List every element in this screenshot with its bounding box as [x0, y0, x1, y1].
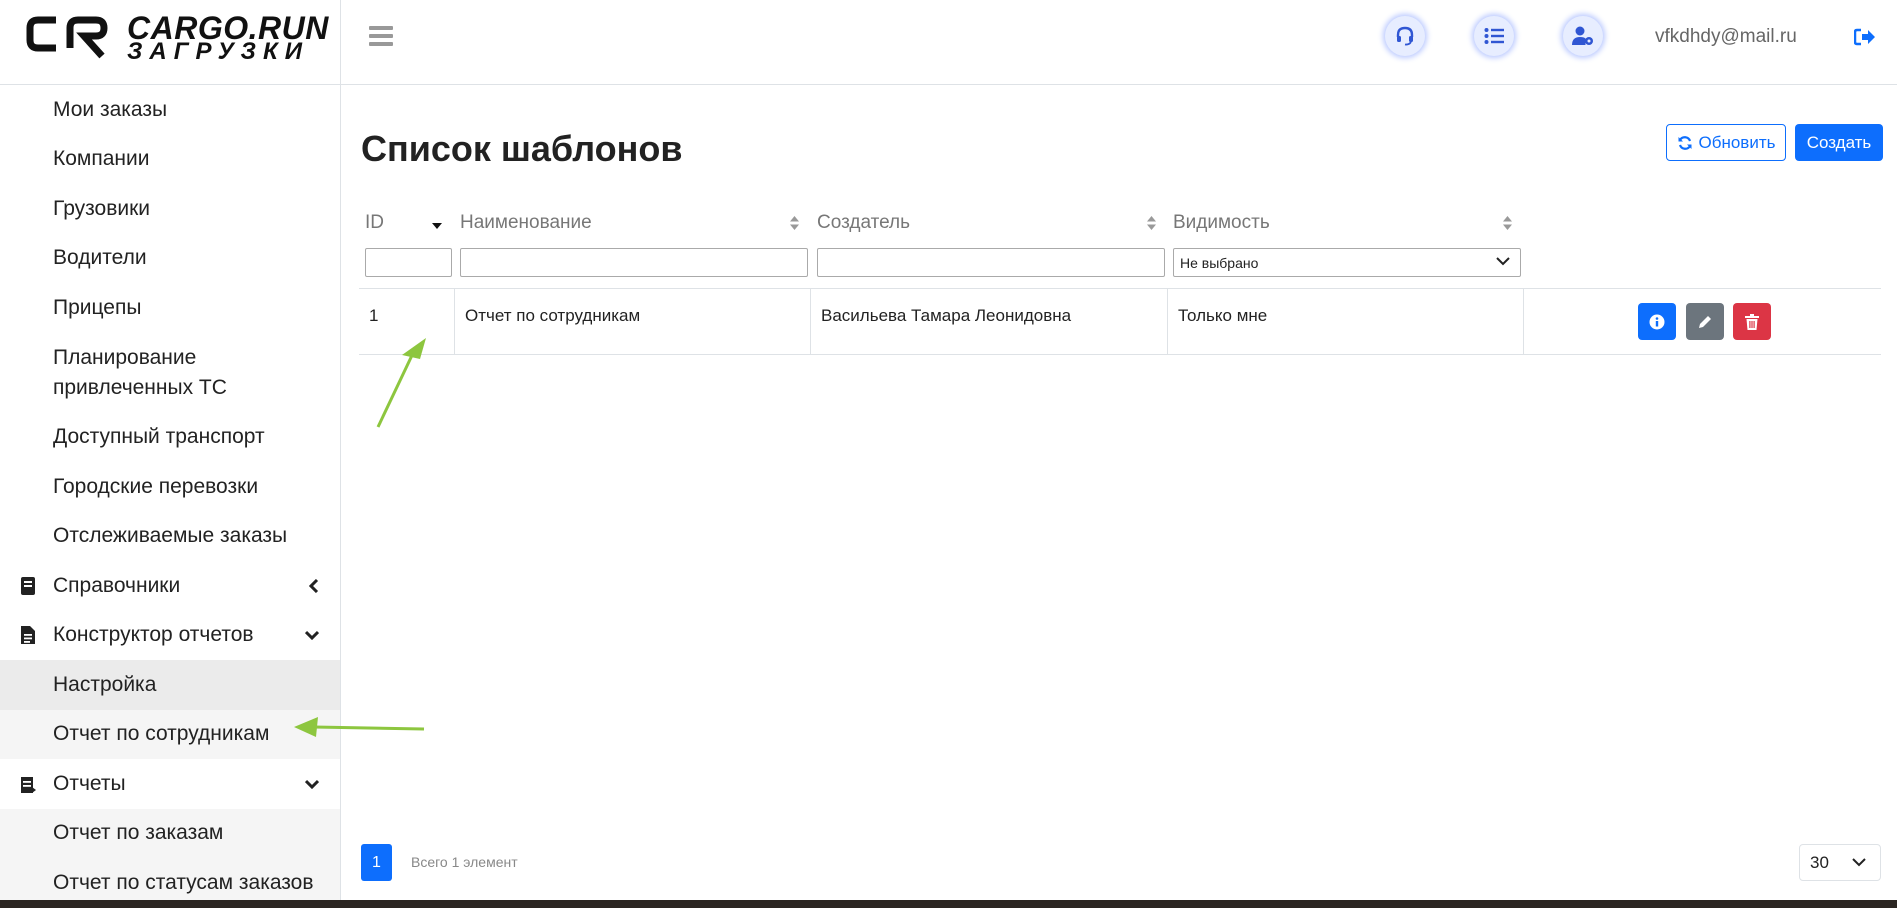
user-settings-icon[interactable] — [1563, 16, 1603, 56]
sidebar-item-label: Мои заказы — [53, 97, 168, 121]
sidebar-group-label: Конструктор отчетов — [53, 623, 254, 647]
create-button[interactable]: Создать — [1795, 124, 1883, 161]
table-row[interactable]: 1 Отчет по сотрудникам Васильева Тамара … — [359, 289, 1881, 354]
sidebar-item-drivers[interactable]: Водители — [0, 234, 340, 284]
main-content: Список шаблонов Обновить Создать ID Наим… — [341, 86, 1897, 900]
cell-id: 1 — [359, 289, 455, 354]
top-bar: vfkdhdy@mail.ru — [341, 0, 1897, 85]
name-filter-input[interactable] — [460, 248, 808, 277]
sidebar-item-label: Отслеживаемые заказы — [53, 524, 288, 548]
total-count: Всего 1 элемент — [411, 854, 518, 870]
brand-logo[interactable]: CARGO.RUN ЗАГРУЗКИ — [0, 0, 340, 85]
sidebar-item-label: Планирование привлеченных ТС — [53, 345, 227, 399]
per-page-value: 30 — [1810, 852, 1829, 872]
sidebar-item-label: Компании — [53, 147, 150, 171]
sidebar-item-trucks[interactable]: Грузовики — [0, 184, 340, 234]
sidebar-item-orders-report[interactable]: Отчет по заказам — [0, 808, 340, 858]
sidebar: CARGO.RUN ЗАГРУЗКИ Мои заказы Компании Г… — [0, 0, 341, 900]
sidebar-group-report-builder[interactable]: Конструктор отчетов — [0, 611, 340, 661]
sidebar-item-trailers[interactable]: Прицепы — [0, 283, 340, 333]
sidebar-item-label: Отчет по заказам — [53, 821, 224, 845]
sidebar-item-employee-report[interactable]: Отчет по сотрудникам — [0, 709, 340, 759]
logout-icon[interactable] — [1854, 28, 1876, 46]
trash-icon — [1745, 313, 1759, 330]
info-button[interactable] — [1638, 303, 1676, 340]
sidebar-nav: Мои заказы Компании Грузовики Водители П… — [0, 85, 340, 900]
sidebar-item-planning[interactable]: Планирование привлеченных ТС — [0, 333, 340, 413]
cell-name: Отчет по сотрудникам — [455, 289, 811, 354]
edit-button[interactable] — [1686, 303, 1724, 340]
chevron-down-icon — [305, 631, 319, 641]
headset-icon[interactable] — [1385, 16, 1425, 56]
book-icon — [21, 576, 35, 595]
refresh-label: Обновить — [1698, 132, 1776, 152]
sort-desc-icon[interactable] — [431, 222, 443, 230]
sidebar-item-available-transport[interactable]: Доступный транспорт — [0, 413, 340, 463]
sidebar-item-label: Настройка — [53, 672, 157, 696]
column-header-id[interactable]: ID — [365, 212, 384, 234]
menu-toggle-icon[interactable] — [369, 26, 393, 46]
sidebar-group-label: Отчеты — [53, 771, 126, 795]
sidebar-group-label: Справочники — [53, 573, 181, 597]
column-header-name[interactable]: Наименование — [460, 212, 592, 234]
creator-filter-input[interactable] — [817, 248, 1165, 277]
sidebar-item-label: Отчет по сотрудникам — [53, 722, 270, 746]
sidebar-item-label: Грузовики — [53, 196, 151, 220]
refresh-button[interactable]: Обновить — [1666, 124, 1786, 161]
cell-creator: Васильева Тамара Леонидовна — [811, 289, 1168, 354]
user-email[interactable]: vfkdhdy@mail.ru — [1655, 26, 1797, 48]
chevron-down-icon — [305, 779, 319, 789]
sort-icon[interactable] — [1502, 215, 1513, 231]
sidebar-item-settings[interactable]: Настройка — [0, 660, 340, 710]
page-title: Список шаблонов — [361, 128, 683, 169]
column-header-visibility[interactable]: Видимость — [1173, 212, 1270, 234]
sort-icon[interactable] — [1146, 215, 1157, 231]
brand-subtitle: ЗАГРУЗКИ — [127, 38, 309, 65]
sidebar-group-reports[interactable]: Отчеты — [0, 759, 340, 809]
pagination-page-1[interactable]: 1 — [361, 844, 392, 881]
chevron-down-icon — [1852, 858, 1866, 867]
id-filter-input[interactable] — [365, 248, 452, 277]
table-divider — [359, 354, 1881, 355]
sidebar-item-tracked-orders[interactable]: Отслеживаемые заказы — [0, 512, 340, 562]
sidebar-item-label: Прицепы — [53, 295, 142, 319]
sidebar-item-label: Городские перевозки — [53, 474, 259, 498]
column-header-creator[interactable]: Создатель — [817, 212, 910, 234]
sidebar-item-city-transport[interactable]: Городские перевозки — [0, 462, 340, 512]
sort-icon[interactable] — [789, 215, 800, 231]
per-page-select[interactable]: 30 — [1799, 844, 1881, 881]
refresh-icon — [1678, 135, 1691, 150]
sidebar-item-label: Водители — [53, 246, 147, 270]
info-icon — [1649, 314, 1665, 329]
list-icon[interactable] — [1474, 16, 1514, 56]
sidebar-group-references[interactable]: Справочники — [0, 561, 340, 611]
app-window: CARGO.RUN ЗАГРУЗКИ Мои заказы Компании Г… — [0, 0, 1897, 900]
sidebar-item-label: Отчет по статусам заказов — [53, 870, 314, 894]
chevron-left-icon — [309, 578, 319, 593]
report-icon — [21, 776, 36, 793]
chevron-down-icon — [1496, 257, 1510, 266]
sidebar-item-companies[interactable]: Компании — [0, 135, 340, 185]
sidebar-item-my-orders[interactable]: Мои заказы — [0, 85, 340, 135]
pencil-icon — [1699, 315, 1711, 328]
sidebar-item-order-status-report[interactable]: Отчет по статусам заказов — [0, 858, 340, 900]
sidebar-item-label: Доступный транспорт — [53, 425, 265, 449]
logo-mark-icon — [26, 16, 108, 59]
visibility-filter-value: Не выбрано — [1180, 254, 1259, 271]
visibility-filter-select[interactable]: Не выбрано — [1173, 248, 1521, 277]
document-icon — [21, 626, 35, 645]
cell-visibility: Только мне — [1168, 289, 1524, 354]
delete-button[interactable] — [1733, 303, 1771, 340]
